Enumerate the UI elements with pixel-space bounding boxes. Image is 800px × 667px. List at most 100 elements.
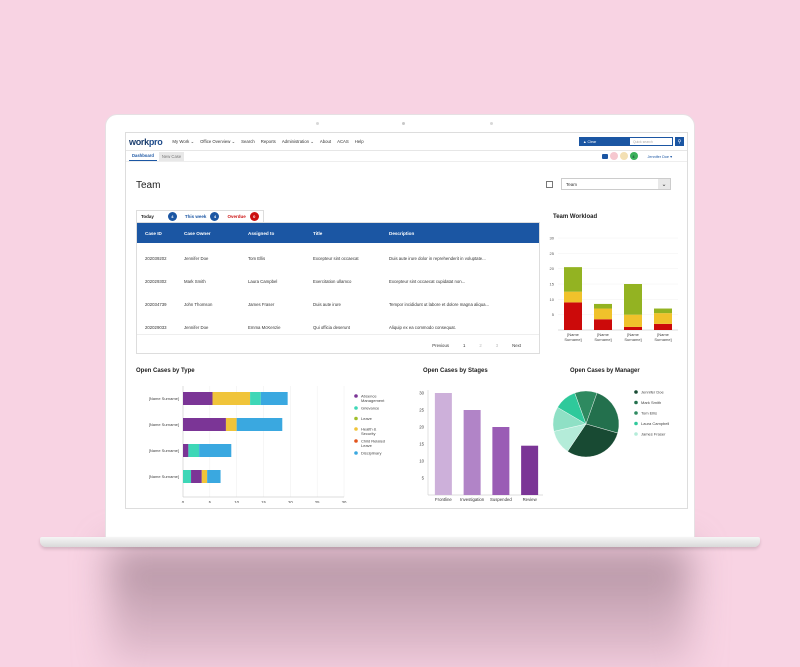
bar-segment (225, 418, 237, 431)
status-indicator-yellow[interactable] (619, 152, 628, 160)
count-badge: 4 (167, 212, 177, 221)
legend-label: Jennifer Doe (641, 390, 664, 395)
cases-table: Case ID Case Owner Assigned to Title Des… (136, 222, 540, 354)
clear-dropdown[interactable]: ▲ Clear (579, 137, 629, 146)
laptop-shadow (110, 548, 690, 667)
case-tabs: Today 4 This week 4 Overdue 0 (136, 210, 264, 222)
logo-text: work (129, 136, 149, 147)
tab-dashboard[interactable]: Dashboard (129, 151, 157, 161)
legend-marker (354, 427, 358, 431)
mail-icon[interactable] (601, 153, 608, 159)
legend-marker (354, 406, 358, 410)
bar-segment (564, 302, 582, 330)
legend-marker (354, 416, 358, 421)
x-tick-label: 5 (209, 500, 212, 503)
count-badge: 4 (210, 212, 220, 221)
y-tick-label: 30 (550, 236, 555, 241)
tab-today[interactable]: Today 4 (137, 211, 181, 223)
nav-help[interactable]: Help (355, 139, 364, 144)
nav-reports[interactable]: Reports (261, 139, 276, 144)
open-cases-type-chart: 0 5 10 15 20 25 30 [Name Surname] [Name Surname]… (149, 386, 385, 503)
tab-overdue[interactable]: Overdue 0 (223, 211, 262, 223)
y-tick-label: 15 (550, 282, 555, 287)
y-tick-label: 20 (419, 425, 424, 430)
x-tick-label: 25 (315, 500, 320, 503)
workpro-logo[interactable]: workpro (129, 136, 163, 147)
col-title[interactable]: Title (313, 231, 389, 236)
legend-label: Security (361, 431, 375, 436)
y-tick-label: 20 (550, 266, 555, 271)
col-description[interactable]: Description (389, 231, 539, 236)
sensor-dot (490, 122, 493, 125)
x-tick-label: 20 (288, 500, 293, 503)
y-tick-label: 5 (552, 312, 555, 317)
x-tick-label: Surname] (654, 337, 671, 342)
logo-text-pro: pro (148, 136, 163, 147)
pagination: Previous 1 2 3 Next (432, 343, 521, 348)
bar-segment (199, 444, 232, 457)
y-tick-label: 15 (419, 442, 424, 447)
tab-label: This week (184, 214, 207, 219)
col-case-id[interactable]: Case ID (137, 231, 184, 236)
legend-marker (354, 394, 358, 398)
quick-search-input[interactable]: Quick search (629, 137, 673, 146)
user-menu[interactable]: Jennifer Doe ▾ (648, 154, 673, 159)
x-tick-label: 10 (234, 500, 239, 503)
cell-case-owner: Jennifer Doe (184, 325, 209, 330)
pager-next[interactable]: Next (512, 343, 521, 348)
col-assigned-to[interactable]: Assigned to (248, 231, 313, 236)
table-row[interactable]: 202039202 Jennifer Doe Tom Ellis Excepte… (137, 247, 539, 270)
cell-case-id: 202029033 (145, 325, 167, 330)
legend-label: Mark Smith (641, 400, 661, 405)
tab-this-week[interactable]: This week 4 (181, 211, 224, 223)
legend-label: Grievance (361, 406, 380, 411)
nav-about[interactable]: About (320, 139, 331, 144)
chevron-down-icon: ⌄ (658, 179, 670, 189)
pager-page-3[interactable]: 3 (496, 343, 498, 348)
nav-my-work[interactable]: My Work ⌄ (172, 139, 194, 145)
notification-badge[interactable]: 4 (629, 152, 638, 160)
user-status-area: 4 Jennifer Doe ▾ (601, 152, 673, 160)
x-tick-label: 0 (182, 500, 185, 503)
legend-marker (634, 411, 638, 415)
pager-previous[interactable]: Previous (432, 343, 449, 348)
bar-segment (183, 392, 213, 405)
nav-search[interactable]: Search (241, 139, 255, 144)
nav-acas[interactable]: ACAS (337, 139, 349, 144)
legend-label: Management (361, 398, 385, 403)
col-case-owner[interactable]: Case Owner (184, 231, 248, 236)
search-area: ▲ Clear Quick search ⚲ (579, 137, 684, 146)
bar-segment (624, 314, 642, 327)
bar (463, 410, 481, 495)
cell-title: Duis aute irure (313, 302, 341, 307)
x-tick-label: Review (523, 497, 538, 502)
legend-label: Laura Campbell (641, 421, 669, 426)
search-icon: ⚲ (677, 138, 682, 145)
nav-administration[interactable]: Administration ⌄ (282, 139, 314, 145)
pager-page-2[interactable]: 2 (479, 343, 481, 348)
sensor-dot (316, 122, 319, 125)
open-cases-manager-title: Open Cases by Manager (570, 368, 640, 374)
bar-segment (624, 284, 642, 315)
x-tick-label: Frontline (435, 497, 452, 502)
y-tick-label: 5 (422, 476, 425, 481)
status-indicator-pink[interactable] (609, 152, 618, 160)
search-button[interactable]: ⚲ (675, 137, 684, 146)
table-header: Case ID Case Owner Assigned to Title Des… (137, 223, 539, 243)
y-tick-label: 10 (419, 459, 424, 464)
bar (521, 445, 539, 495)
y-tick-label: 25 (550, 251, 555, 256)
bar-segment (212, 392, 251, 405)
nav-office-overview[interactable]: Office Overview ⌄ (200, 139, 235, 145)
team-select[interactable]: Team ⌄ (561, 178, 671, 190)
pager-page-1[interactable]: 1 (463, 343, 465, 348)
grid-view-icon[interactable] (546, 180, 553, 188)
cell-case-owner: John Thomson (184, 302, 213, 307)
table-row[interactable]: 202029302 Mark Smith Laura Campbel Exerc… (137, 270, 539, 293)
table-row[interactable]: 202029033 Jennifer Doe Emma McKenzie Qui… (137, 316, 539, 339)
table-row[interactable]: 202034739 John Thomson James Fraser Duis… (137, 293, 539, 316)
bar-segment (594, 303, 612, 309)
bar-segment (564, 267, 582, 292)
tab-new-case[interactable]: New Case (158, 151, 185, 161)
camera-dot (402, 122, 405, 125)
